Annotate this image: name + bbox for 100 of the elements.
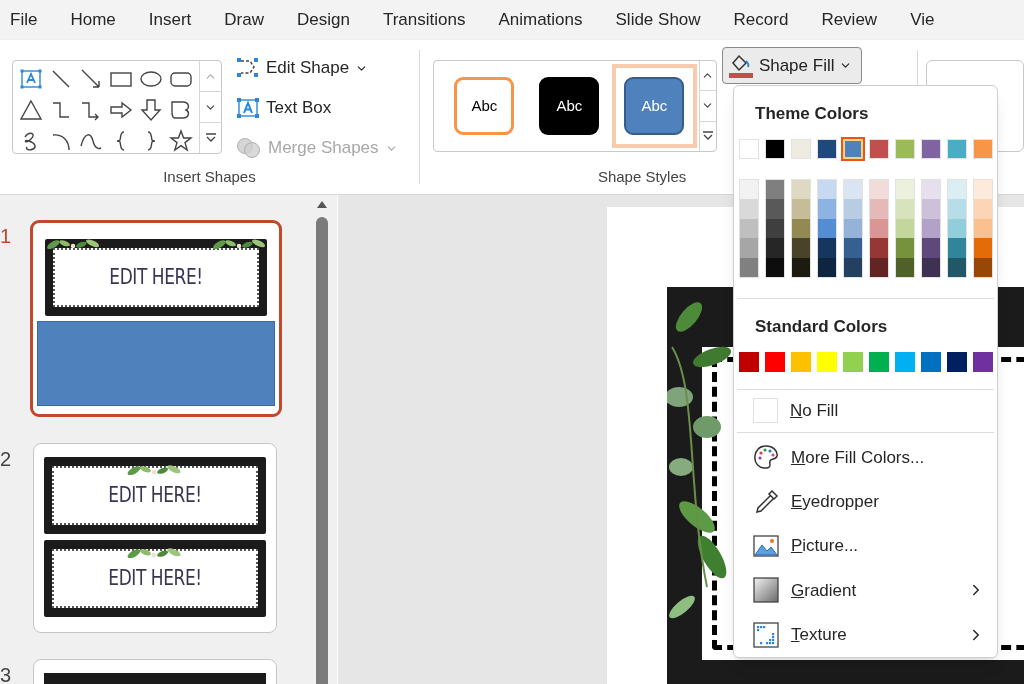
menu-item[interactable]: Gradient [734, 568, 997, 613]
ribbon-tab[interactable]: Design [296, 7, 350, 33]
color-swatch[interactable] [870, 257, 888, 278]
color-swatch[interactable] [896, 238, 914, 258]
color-swatch[interactable] [896, 179, 914, 200]
color-swatch[interactable] [922, 257, 940, 278]
color-swatch[interactable] [948, 199, 966, 219]
color-swatch[interactable] [870, 199, 888, 219]
arrow-icon[interactable] [79, 67, 103, 91]
color-swatch[interactable] [818, 238, 836, 258]
ribbon-tab[interactable]: Transitions [382, 7, 466, 33]
color-swatch[interactable] [973, 138, 993, 159]
scrollbar-thumb[interactable] [316, 217, 328, 684]
menu-item[interactable]: Eyedropper [734, 479, 997, 524]
shape-style-swatch[interactable]: Abc [454, 77, 515, 135]
ribbon-tab[interactable]: Animations [498, 7, 583, 33]
color-swatch[interactable] [896, 199, 914, 219]
color-swatch[interactable] [844, 238, 862, 258]
triangle-icon[interactable] [19, 98, 43, 122]
color-swatch[interactable] [843, 138, 863, 159]
ribbon-tab[interactable]: Insert [148, 7, 192, 33]
ribbon-tab[interactable]: Home [70, 7, 116, 33]
color-swatch[interactable] [766, 218, 784, 239]
color-swatch[interactable] [765, 351, 785, 372]
color-swatch[interactable] [792, 199, 810, 219]
color-swatch[interactable] [818, 199, 836, 219]
color-swatch[interactable] [869, 351, 889, 372]
ribbon-tab[interactable]: Review [821, 7, 878, 33]
color-swatch[interactable] [922, 199, 940, 219]
color-swatch[interactable] [792, 238, 810, 258]
color-swatch[interactable] [895, 351, 915, 372]
color-swatch[interactable] [895, 138, 915, 159]
down-arrow-icon[interactable] [139, 98, 163, 122]
color-swatch[interactable] [870, 238, 888, 258]
color-swatch[interactable] [739, 351, 759, 372]
color-swatch[interactable] [947, 351, 967, 372]
color-swatch[interactable] [922, 218, 940, 239]
color-swatch[interactable] [817, 138, 837, 159]
color-swatch[interactable] [973, 351, 993, 372]
color-swatch[interactable] [766, 257, 784, 278]
ribbon-tab[interactable]: File [10, 7, 38, 33]
color-swatch[interactable] [921, 138, 941, 159]
color-swatch[interactable] [869, 138, 889, 159]
ribbon-tab[interactable]: Vie [910, 7, 935, 33]
edit-shape-button[interactable]: Edit Shape [236, 54, 398, 82]
slide-thumbnail[interactable]: EDIT HERE! EDIT HERE! [33, 443, 277, 633]
ribbon-tab[interactable]: Draw [224, 7, 264, 33]
color-swatch[interactable] [974, 179, 992, 200]
color-swatch[interactable] [792, 257, 810, 278]
menu-item[interactable]: Picture... [734, 523, 997, 569]
color-swatch[interactable] [766, 238, 784, 258]
menu-item[interactable]: Texture [734, 612, 997, 657]
color-swatch[interactable] [974, 218, 992, 239]
color-swatch[interactable] [740, 179, 758, 200]
color-swatch[interactable] [740, 238, 758, 258]
color-swatch[interactable] [817, 351, 837, 372]
color-swatch[interactable] [922, 238, 940, 258]
color-swatch[interactable] [974, 199, 992, 219]
color-swatch[interactable] [818, 257, 836, 278]
color-swatch[interactable] [896, 218, 914, 239]
text-box-icon[interactable] [19, 67, 43, 91]
color-swatch[interactable] [740, 257, 758, 278]
color-swatch[interactable] [948, 257, 966, 278]
color-swatch[interactable] [843, 351, 863, 372]
shape-fill-button[interactable]: Shape Fill [721, 47, 862, 84]
color-swatch[interactable] [740, 218, 758, 239]
color-swatch[interactable] [948, 218, 966, 239]
color-swatch[interactable] [947, 138, 967, 159]
ribbon-tab[interactable]: Slide Show [615, 7, 701, 33]
star-icon[interactable] [169, 129, 193, 153]
slide-thumbnail[interactable]: EDIT HERE! [30, 220, 282, 417]
shape-style-swatch[interactable]: Abc [624, 77, 685, 135]
scroll-up-arrow-icon[interactable] [316, 200, 328, 209]
color-swatch[interactable] [792, 179, 810, 200]
color-swatch[interactable] [870, 179, 888, 200]
color-swatch[interactable] [844, 257, 862, 278]
color-swatch[interactable] [791, 138, 811, 159]
color-swatch[interactable] [844, 199, 862, 219]
color-swatch[interactable] [818, 179, 836, 200]
menu-item[interactable]: More Fill Colors... [734, 435, 997, 480]
no-fill-option[interactable]: No Fill [734, 389, 997, 433]
color-swatch[interactable] [740, 199, 758, 219]
color-swatch[interactable] [921, 351, 941, 372]
text-box-button[interactable]: Text Box [236, 94, 398, 122]
ribbon-tab[interactable]: Record [733, 7, 789, 33]
color-swatch[interactable] [844, 218, 862, 239]
color-swatch[interactable] [896, 257, 914, 278]
color-swatch[interactable] [844, 179, 862, 200]
color-swatch[interactable] [922, 179, 940, 200]
color-swatch[interactable] [974, 238, 992, 258]
color-swatch[interactable] [870, 218, 888, 239]
color-swatch[interactable] [766, 199, 784, 219]
color-swatch[interactable] [791, 351, 811, 372]
color-swatch[interactable] [739, 138, 759, 159]
color-swatch[interactable] [818, 218, 836, 239]
color-swatch[interactable] [765, 138, 785, 159]
color-swatch[interactable] [974, 257, 992, 278]
color-swatch[interactable] [766, 179, 784, 200]
shape-style-swatch[interactable]: Abc [539, 77, 600, 135]
color-swatch[interactable] [948, 238, 966, 258]
